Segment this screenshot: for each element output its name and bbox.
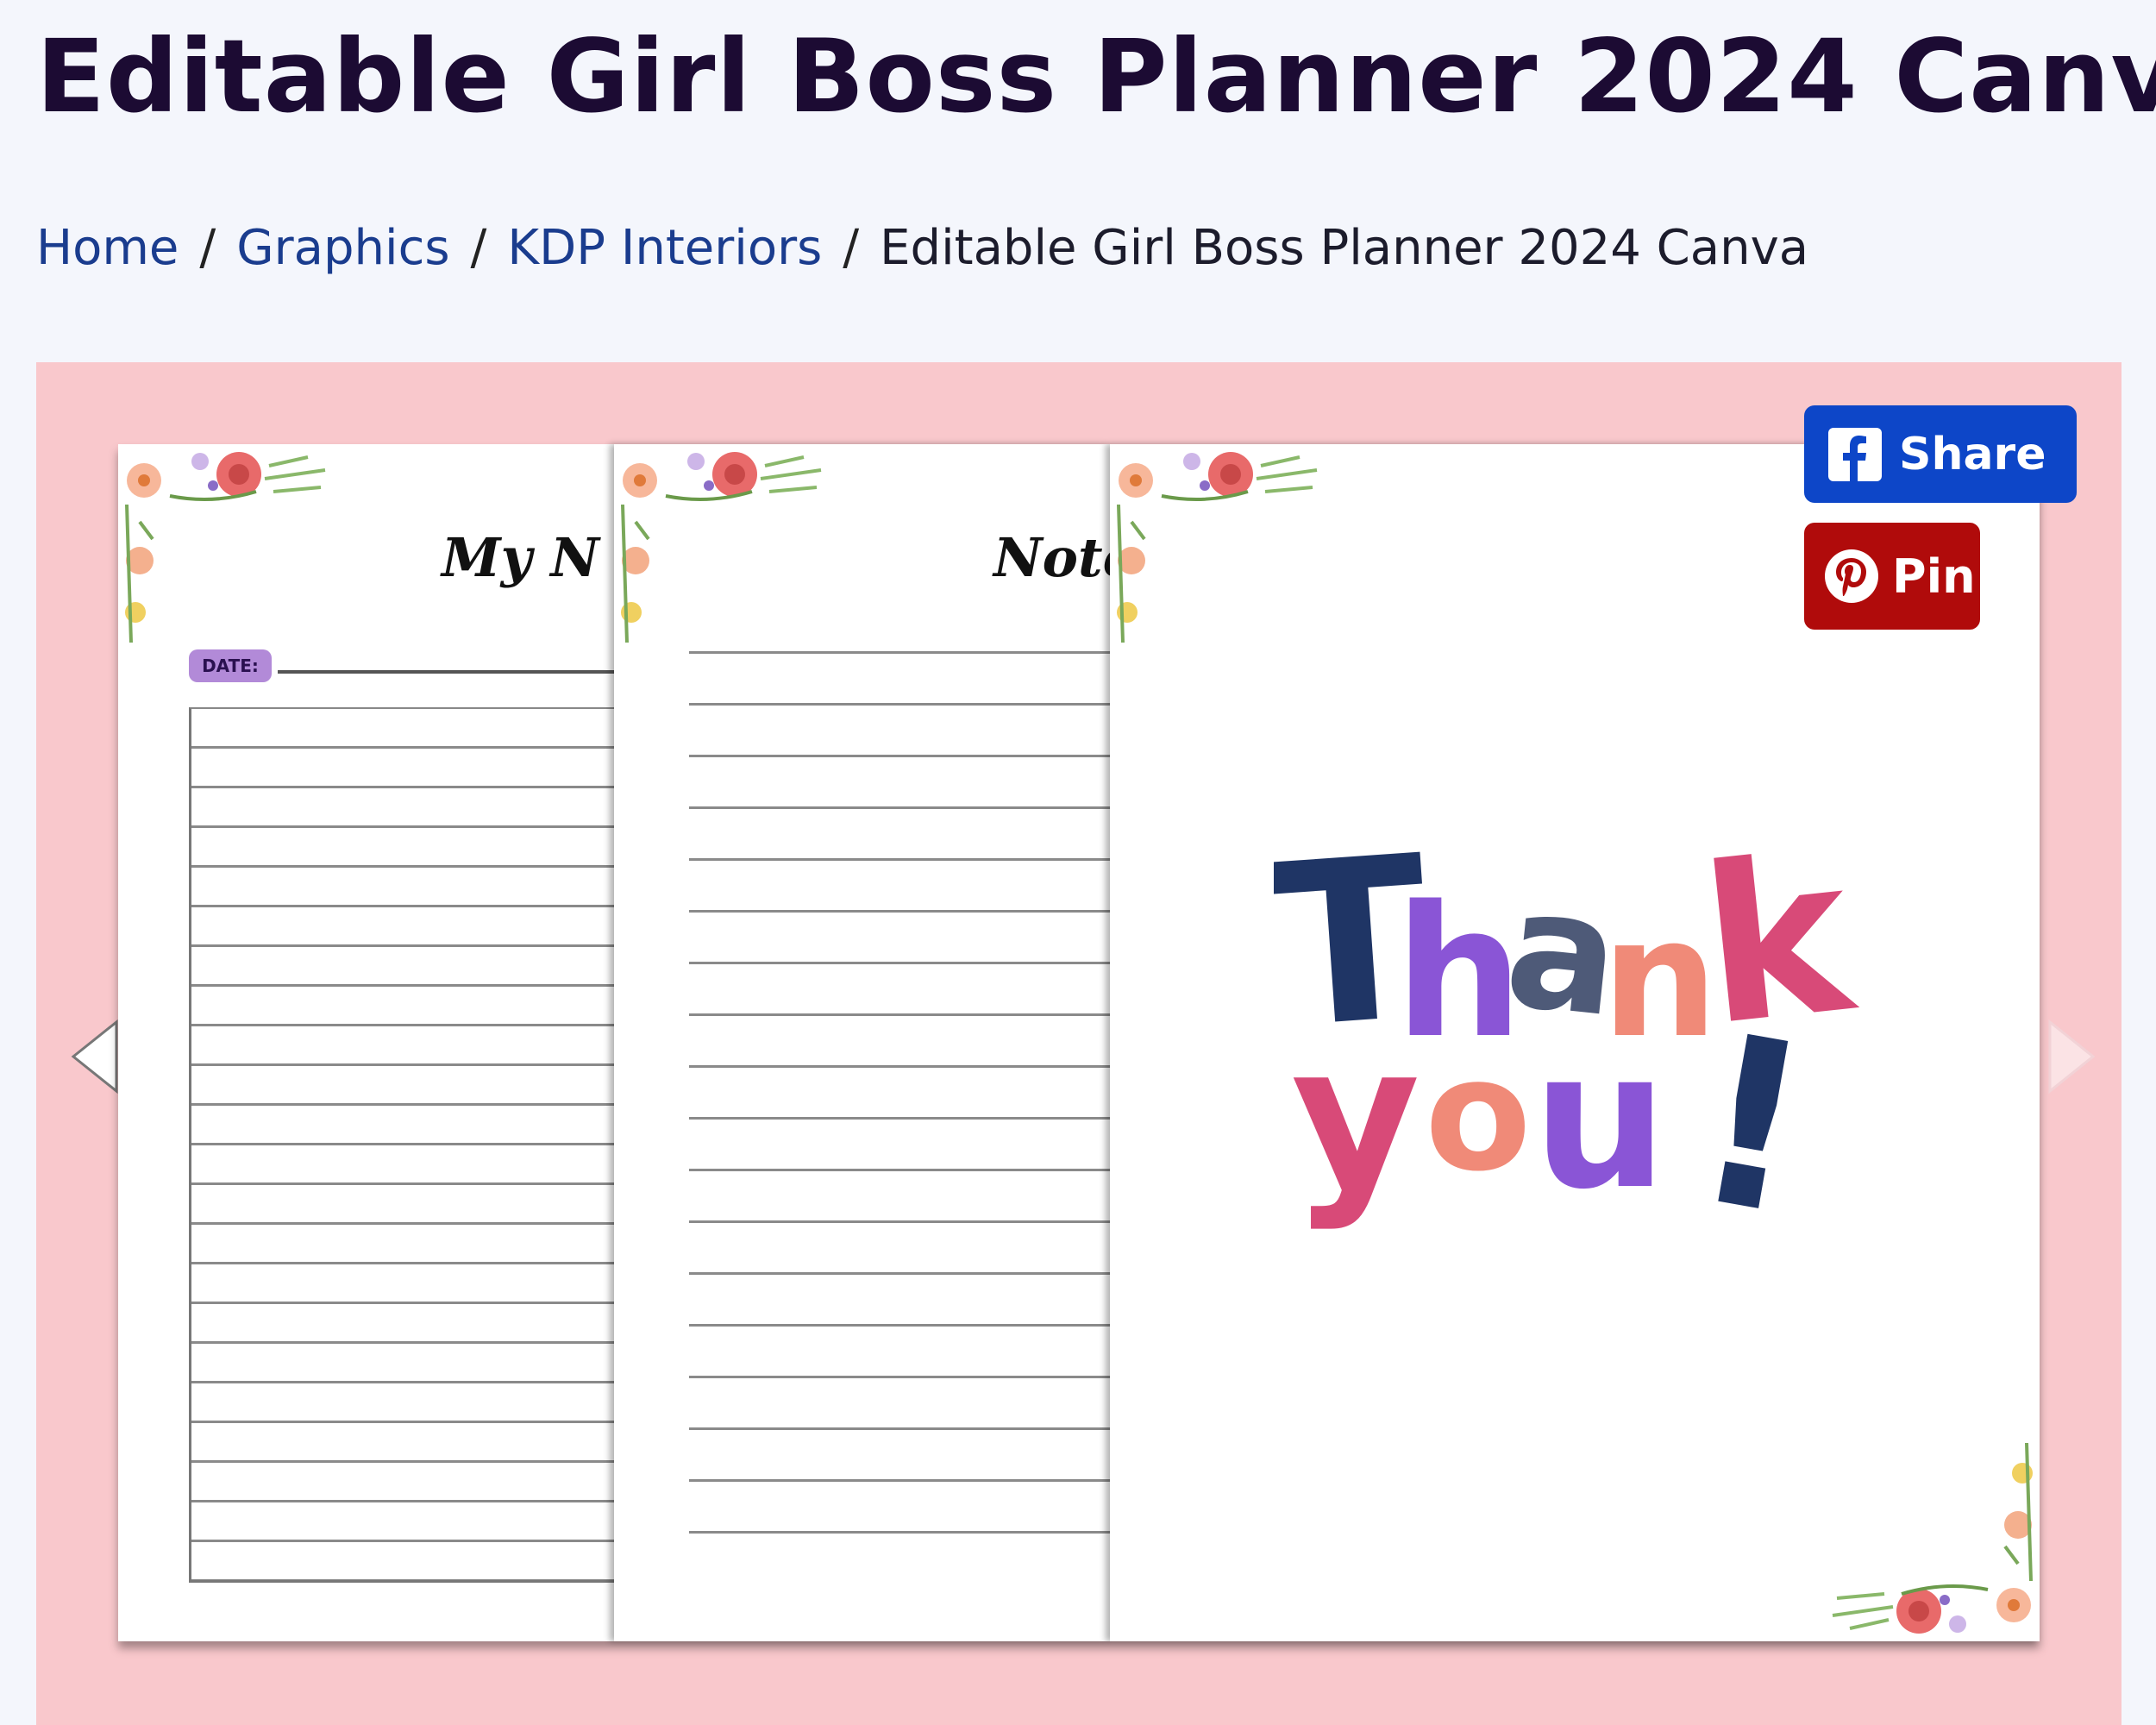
- breadcrumb-kdp-interiors-link[interactable]: KDP Interiors: [507, 220, 822, 276]
- breadcrumb-separator: /: [843, 220, 860, 276]
- facebook-share-label: Share: [1899, 428, 2046, 480]
- ruled-lines: [689, 651, 1110, 1583]
- thank-you-letter: o: [1425, 1026, 1532, 1206]
- facebook-icon: [1828, 427, 1882, 481]
- breadcrumb-separator: /: [470, 220, 487, 276]
- breadcrumb-graphics-link[interactable]: Graphics: [236, 220, 449, 276]
- date-label: DATE:: [189, 649, 272, 682]
- thank-you-lettering: T h a n k y o u !: [1274, 808, 1865, 1268]
- floral-corner-decoration: [1117, 452, 1318, 643]
- breadcrumb-separator: /: [199, 220, 216, 276]
- floral-corner-decoration: [125, 452, 326, 643]
- page-title-my-notes: My N: [442, 526, 599, 589]
- previous-image-arrow[interactable]: [69, 1018, 121, 1095]
- pinterest-icon: [1825, 549, 1878, 603]
- next-image-arrow[interactable]: [2046, 1018, 2097, 1095]
- planner-preview-image: My N DATE: Note: [118, 444, 2040, 1641]
- thank-you-letter: u: [1532, 1010, 1668, 1231]
- breadcrumb-current: Editable Girl Boss Planner 2024 Canva: [880, 220, 1809, 276]
- page-title-notes: Note: [993, 526, 1110, 589]
- date-line: [278, 670, 614, 674]
- facebook-share-button[interactable]: Share: [1804, 405, 2077, 503]
- breadcrumb: Home / Graphics / KDP Interiors / Editable Gir…: [36, 220, 1808, 276]
- ruled-lines: [189, 707, 614, 1583]
- planner-page-notes: Note: [614, 444, 1110, 1641]
- breadcrumb-home-link[interactable]: Home: [36, 220, 179, 276]
- pinterest-pin-label: Pin: [1892, 549, 1976, 604]
- product-image-gallery: My N DATE: Note: [36, 362, 2122, 1725]
- floral-corner-decoration: [621, 452, 822, 643]
- pinterest-pin-button[interactable]: Pin: [1804, 523, 1980, 630]
- page-title: Editable Girl Boss Planner 2024 Canva: [36, 17, 2156, 135]
- planner-page-notes-dated: My N DATE:: [118, 444, 614, 1641]
- floral-corner-decoration: [1832, 1442, 2033, 1634]
- thank-you-letter: y: [1291, 1003, 1420, 1233]
